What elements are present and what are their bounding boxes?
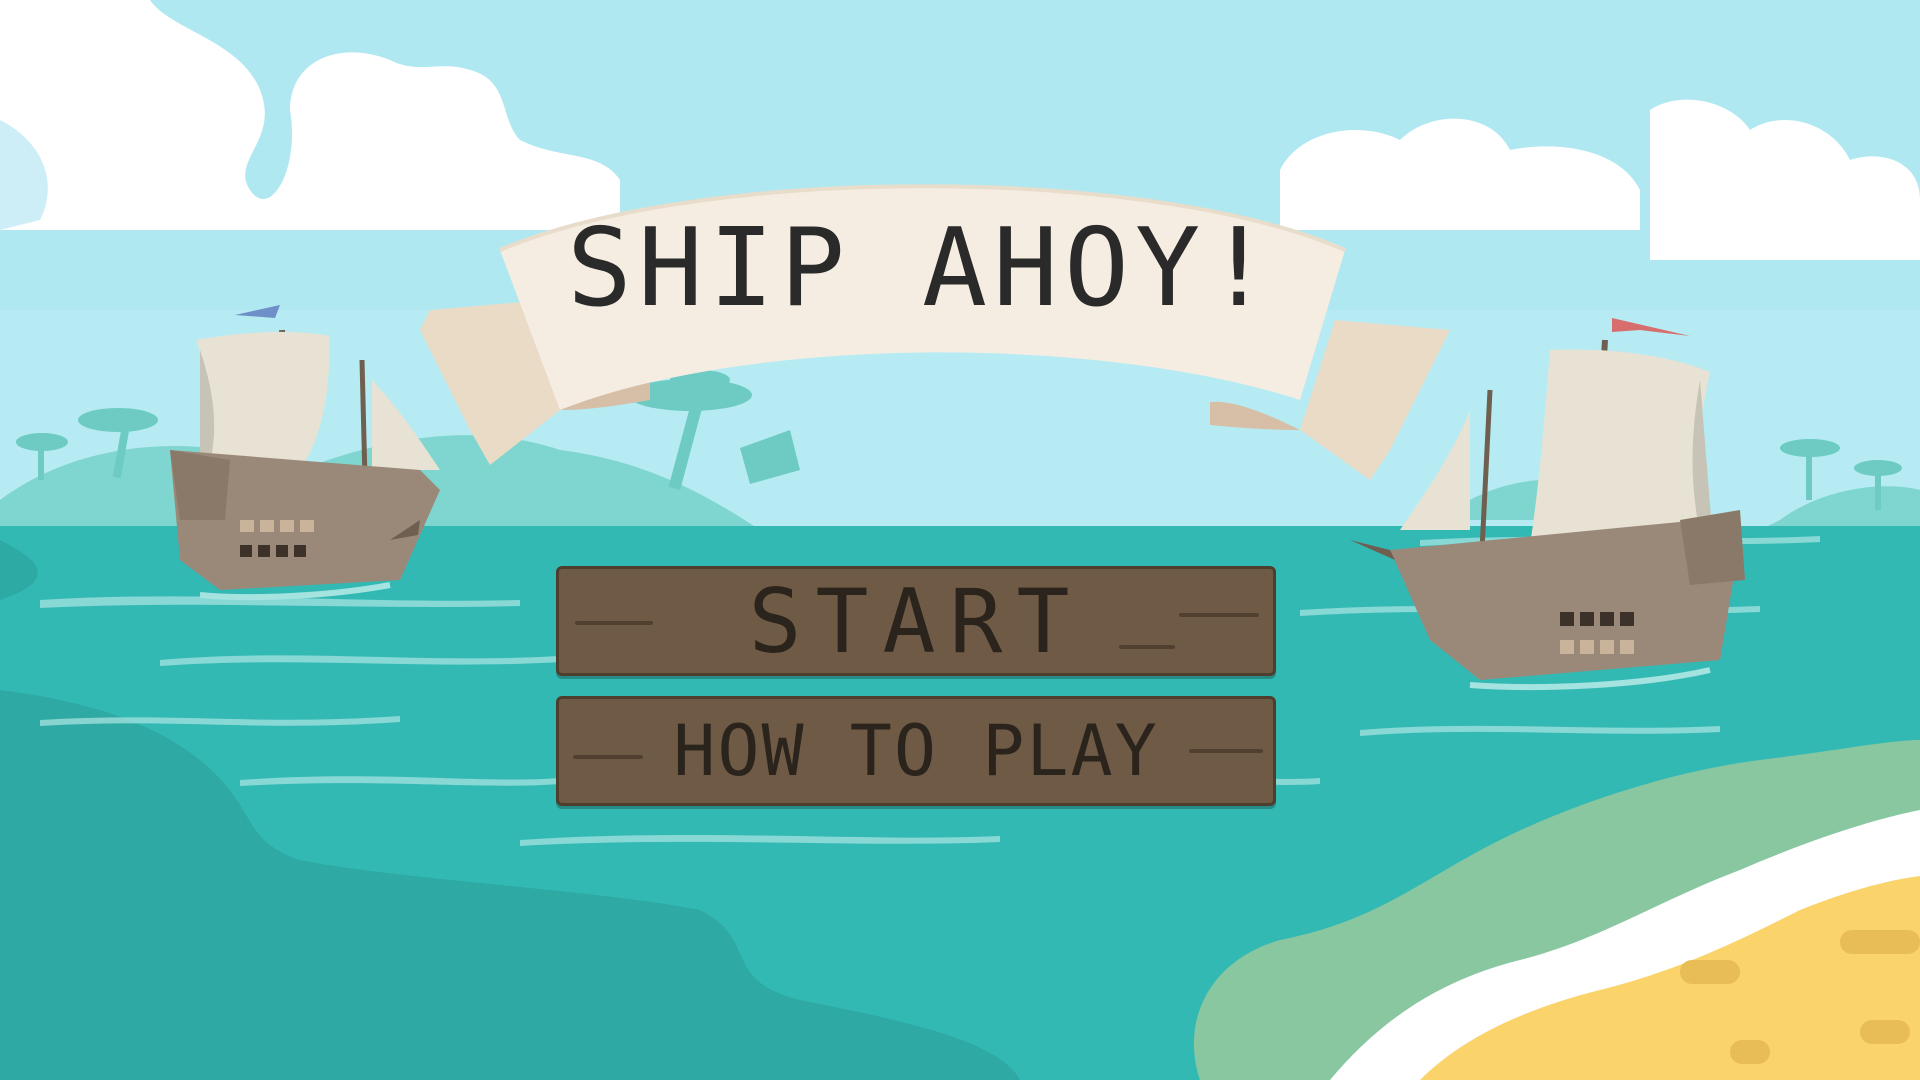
game-title: SHIP AHOY! — [567, 206, 1277, 331]
start-button-label: START — [748, 569, 1084, 673]
wood-grain — [1189, 749, 1263, 753]
title-screen: SHIP AHOY! START HOW TO PLAY — [0, 0, 1920, 1080]
start-button[interactable]: START — [556, 566, 1276, 676]
wood-grain — [573, 755, 643, 759]
how-to-play-button[interactable]: HOW TO PLAY — [556, 696, 1276, 806]
wood-grain — [1179, 613, 1259, 617]
how-to-play-button-label: HOW TO PLAY — [673, 710, 1159, 792]
wood-grain — [1119, 645, 1175, 649]
wood-grain — [575, 621, 653, 625]
ocean-scene-background: SHIP AHOY! — [0, 0, 1920, 1080]
